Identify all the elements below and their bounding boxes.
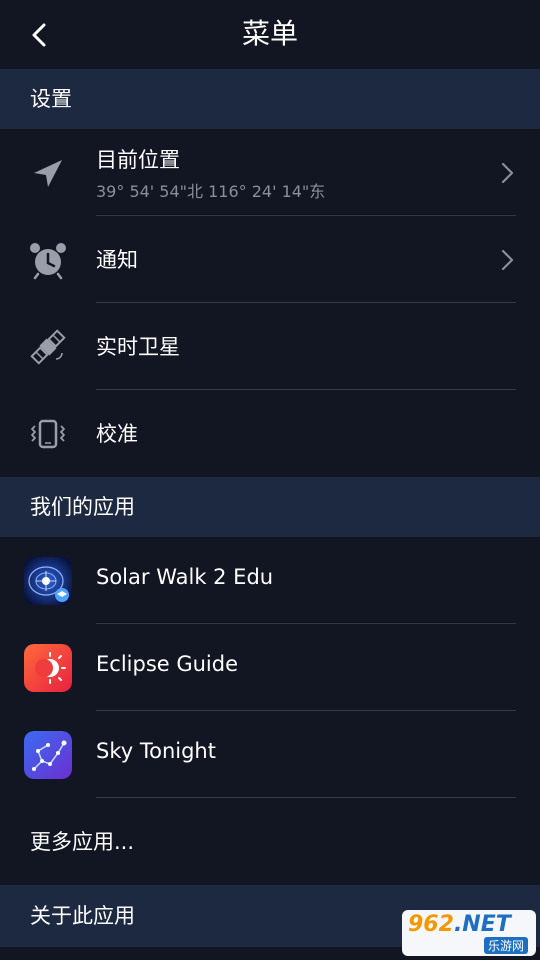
more-apps-label: 更多应用... xyxy=(30,830,135,854)
eclipse-guide-label: Eclipse Guide xyxy=(96,652,239,676)
alarm-clock-icon xyxy=(30,243,66,280)
menu-item-notifications[interactable]: 通知 xyxy=(0,216,540,303)
menu-screen: 菜单 设置 目前位置 39° 54' 54"北 116° 24' 14"东 通知 xyxy=(0,0,540,960)
location-arrow-icon xyxy=(34,160,62,187)
watermark-brand: 962.NET xyxy=(408,912,511,937)
more-apps-item[interactable]: 更多应用... xyxy=(0,798,540,885)
site-watermark-logo: 962.NET 乐游网 xyxy=(402,910,536,956)
phone-vibrate-icon xyxy=(31,419,65,449)
satellite-icon xyxy=(30,329,66,365)
top-bar: 菜单 xyxy=(0,0,540,69)
app-item-solar-walk[interactable]: Solar Walk 2 Edu xyxy=(0,537,540,624)
menu-item-calibration[interactable]: 校准 xyxy=(0,390,540,477)
satellites-label: 实时卫星 xyxy=(96,335,180,359)
section-header-settings: 设置 xyxy=(0,69,540,129)
app-item-sky-tonight[interactable]: Sky Tonight xyxy=(0,711,540,798)
chevron-right-icon xyxy=(501,249,514,271)
menu-item-satellites[interactable]: 实时卫星 xyxy=(0,303,540,390)
watermark-caption: 乐游网 xyxy=(483,937,528,954)
location-coordinates: 39° 54' 54"北 116° 24' 14"东 xyxy=(96,182,326,201)
sky-tonight-label: Sky Tonight xyxy=(96,739,216,763)
sky-tonight-app-icon xyxy=(24,731,72,779)
page-title: 菜单 xyxy=(241,17,298,50)
location-label: 目前位置 xyxy=(96,148,180,172)
eclipse-guide-app-icon xyxy=(24,644,72,692)
section-header-our-apps: 我们的应用 xyxy=(0,477,540,537)
notifications-label: 通知 xyxy=(96,248,138,272)
menu-item-location[interactable]: 目前位置 39° 54' 54"北 116° 24' 14"东 xyxy=(0,129,540,216)
calibration-label: 校准 xyxy=(96,422,138,446)
app-item-eclipse-guide[interactable]: Eclipse Guide xyxy=(0,624,540,711)
chevron-right-icon xyxy=(501,162,514,184)
watermark-brand-tld: .NET xyxy=(453,912,511,937)
watermark-brand-number: 962 xyxy=(408,912,454,937)
solar-walk-label: Solar Walk 2 Edu xyxy=(96,565,274,589)
solar-walk-app-icon xyxy=(24,557,72,605)
